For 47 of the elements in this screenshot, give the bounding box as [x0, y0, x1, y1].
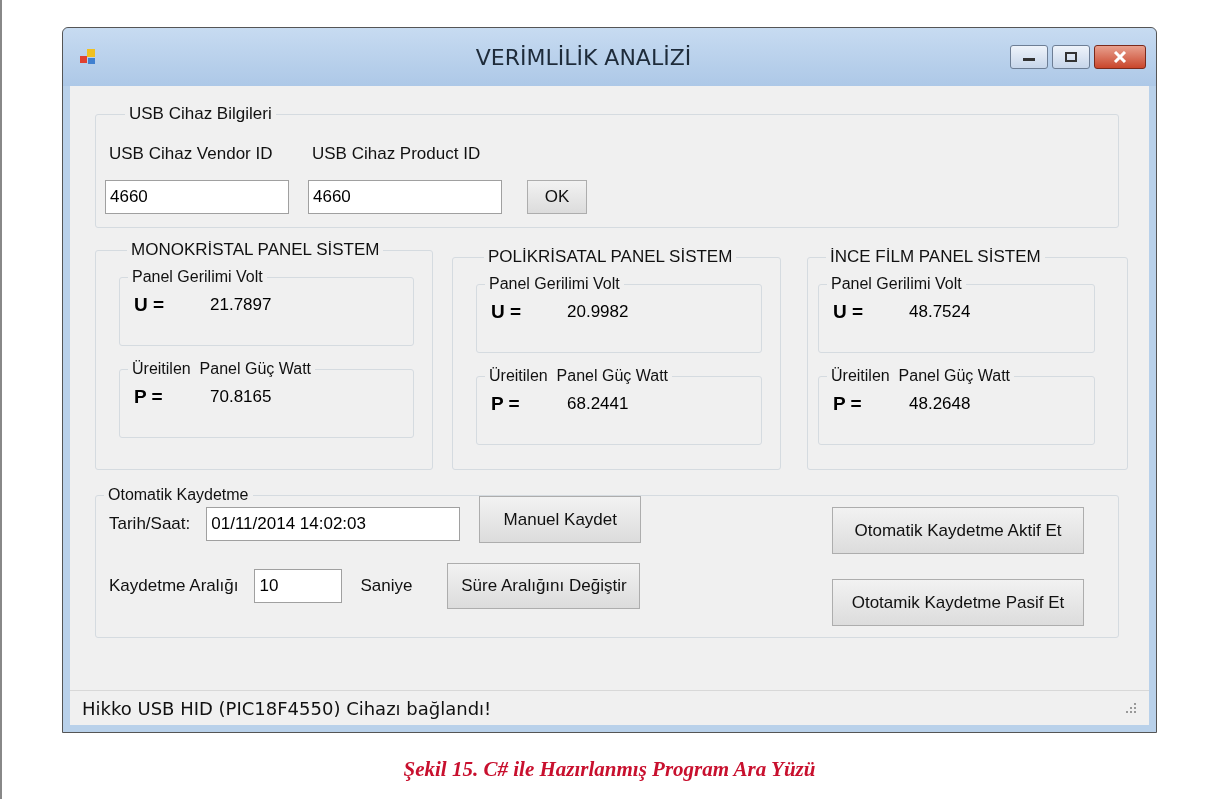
- value-label: 21.7897: [210, 295, 272, 315]
- minimize-button[interactable]: [1010, 45, 1048, 69]
- ok-button[interactable]: OK: [527, 180, 587, 214]
- toggle-button[interactable]: Ototamik Kaydetme Pasif Et: [832, 579, 1084, 626]
- group-title: Panel Gerilimi Volt: [830, 275, 963, 293]
- maximize-button[interactable]: [1052, 45, 1090, 69]
- input-field[interactable]: 4660: [105, 180, 289, 214]
- group-title: MONOKRİSTAL PANEL SİSTEM: [130, 240, 381, 260]
- field-label: Kaydetme Aralığı: [109, 576, 239, 596]
- group-title: Üreitilen Panel Güç Watt: [131, 360, 313, 378]
- input-field[interactable]: 01/11/2014 14:02:03: [206, 506, 461, 541]
- group-title: Otomatik Kaydetme: [107, 486, 250, 504]
- close-icon: [1113, 51, 1127, 63]
- group-title: Üreitilen Panel Güç Watt: [488, 367, 670, 385]
- group-title: Panel Gerilimi Volt: [131, 268, 264, 286]
- value-label: 70.8165: [210, 387, 272, 407]
- value-label: 20.9982: [567, 302, 629, 322]
- value-label: 48.2648: [909, 394, 971, 414]
- value-label: 68.2441: [567, 394, 629, 414]
- group-title: Panel Gerilimi Volt: [488, 275, 621, 293]
- resize-grip-icon[interactable]: [1125, 702, 1137, 714]
- app-icon: [79, 48, 97, 66]
- symbol-label: U =: [833, 301, 865, 323]
- group-title: USB Cihaz Bilgileri: [128, 104, 273, 124]
- input-field[interactable]: 10: [254, 569, 343, 603]
- symbol-label: U =: [134, 294, 166, 316]
- group-title: POLİKRİSATAL PANEL SİSTEM: [487, 247, 734, 267]
- value-label: 48.7524: [909, 302, 971, 322]
- input-field[interactable]: 4660: [308, 180, 502, 214]
- figure-caption: Şekil 15. C# ile Hazırlanmış Program Ara Yüzü: [402, 757, 817, 782]
- save-button[interactable]: Manuel Kaydet: [479, 496, 642, 543]
- symbol-label: U =: [491, 301, 523, 323]
- toggle-button[interactable]: Otomatik Kaydetme Aktif Et: [832, 507, 1084, 554]
- close-button[interactable]: [1094, 45, 1146, 69]
- symbol-label: P =: [491, 393, 521, 415]
- field-label: USB Cihaz Vendor ID: [108, 144, 274, 164]
- group-title: Üreitilen Panel Güç Watt: [830, 367, 1012, 385]
- field-label: USB Cihaz Product ID: [311, 144, 482, 164]
- symbol-label: P =: [833, 393, 863, 415]
- restore-icon: [1064, 51, 1078, 63]
- change-button[interactable]: Süre Aralığını Değiştir: [447, 563, 641, 609]
- window-title: VERİMLİLİK ANALİZİ: [474, 44, 693, 70]
- unit-label: Saniye: [360, 576, 413, 596]
- status-text: Hikko USB HID (PIC18F4550) Cihazı bağlandı!: [82, 697, 492, 719]
- group-title: İNCE FİLM PANEL SİSTEM: [829, 247, 1042, 267]
- symbol-label: P =: [134, 386, 164, 408]
- field-label: Tarih/Saat:: [109, 513, 191, 534]
